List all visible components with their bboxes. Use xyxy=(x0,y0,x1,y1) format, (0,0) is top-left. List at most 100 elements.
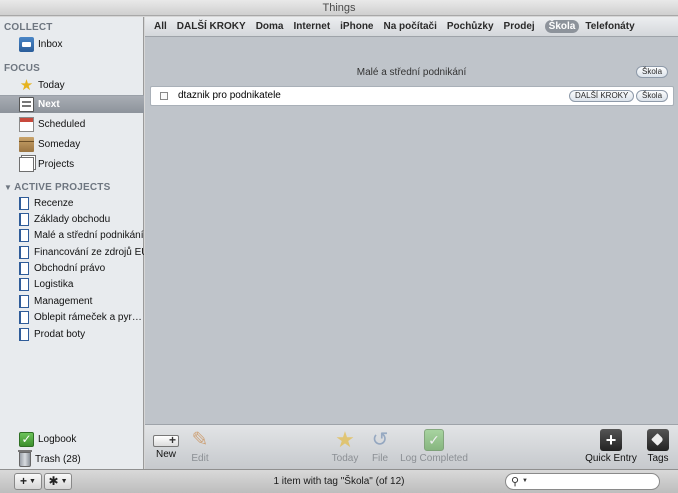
task-title: dtaznik pro podnikatele xyxy=(178,90,281,101)
search-field[interactable]: ⚲ ▼ xyxy=(505,473,660,490)
project-icon xyxy=(19,245,29,259)
sidebar-item-project[interactable]: Logistika xyxy=(0,276,144,292)
sidebar-item-project[interactable]: Financování ze zdrojů EU xyxy=(0,244,144,260)
tag-filter-internet[interactable]: Internet xyxy=(293,21,330,32)
sidebar-item-label: Next xyxy=(38,99,60,110)
edit-button-label: Edit xyxy=(191,453,209,464)
sidebar-item-scheduled[interactable]: Scheduled xyxy=(0,115,144,133)
calendar-icon xyxy=(19,116,34,132)
pencil-icon: ✎ xyxy=(191,429,209,451)
log-completed-icon: ✓ xyxy=(424,429,444,451)
group-tag-pill[interactable]: Škola xyxy=(636,66,669,78)
file-button-label: File xyxy=(371,453,389,464)
tag-filter-all[interactable]: All xyxy=(154,21,167,32)
tag-icon xyxy=(647,429,669,451)
sidebar-item-label: Prodat boty xyxy=(34,328,86,340)
quick-entry-button[interactable]: + Quick Entry xyxy=(583,429,639,464)
next-list-icon xyxy=(19,97,34,112)
star-icon: ★ xyxy=(19,76,34,94)
sidebar-item-label: Scheduled xyxy=(38,118,86,130)
chevron-down-icon[interactable]: ▼ xyxy=(522,478,528,484)
trash-icon xyxy=(18,450,32,467)
project-icon xyxy=(19,310,29,324)
sidebar-item-label: Trash (28) xyxy=(35,453,81,465)
sidebar-item-project[interactable]: Recenze xyxy=(0,195,144,211)
sidebar-item-project[interactable]: Prodat boty xyxy=(0,326,144,342)
sidebar-item-label: Inbox xyxy=(38,38,63,50)
tag-filter-telefonaty[interactable]: Telefonáty xyxy=(585,21,634,32)
section-header-collect: COLLECT xyxy=(4,22,53,33)
task-tag-pill[interactable]: DALŠÍ KROKY xyxy=(569,90,635,102)
inbox-icon xyxy=(19,36,34,52)
bottom-toolbar: New ✎ Edit ★ Today ↺ File ✓ Log Complete… xyxy=(145,424,678,469)
tag-filter-skola[interactable]: Škola xyxy=(544,20,580,33)
new-item-icon xyxy=(153,433,179,447)
project-icon xyxy=(19,212,29,226)
new-button[interactable]: New xyxy=(151,429,181,460)
projects-icon xyxy=(19,156,34,172)
sidebar: COLLECT Inbox FOCUS ★ Today Next Schedul… xyxy=(0,17,144,469)
tag-filter-na-pocitaci[interactable]: Na počítači xyxy=(384,21,437,32)
edit-button[interactable]: ✎ Edit xyxy=(187,429,213,464)
sidebar-item-label: Logistika xyxy=(34,278,74,290)
sidebar-item-label: Základy obchodu xyxy=(34,213,111,225)
window-title: Things xyxy=(0,0,678,16)
file-button[interactable]: ↺ File xyxy=(367,429,393,464)
section-header-active-projects[interactable]: ▼ ACTIVE PROJECTS xyxy=(4,182,110,193)
sidebar-item-label: Management xyxy=(34,295,93,307)
tag-filter-dalsi-kroky[interactable]: DALŠÍ KROKY xyxy=(177,21,246,32)
sidebar-item-logbook[interactable]: ✓ Logbook xyxy=(0,430,144,448)
sidebar-item-label: Someday xyxy=(38,138,81,150)
project-icon xyxy=(19,228,29,242)
sidebar-item-inbox[interactable]: Inbox xyxy=(0,35,144,53)
task-row[interactable]: dtaznik pro podnikatele DALŠÍ KROKY Škol… xyxy=(150,86,674,106)
sidebar-item-today[interactable]: ★ Today xyxy=(0,76,144,94)
tag-filter-pochuzky[interactable]: Pochůzky xyxy=(447,21,494,32)
new-button-label: New xyxy=(155,449,176,460)
tag-filter-prodej[interactable]: Prodej xyxy=(504,21,535,32)
sidebar-item-label: Logbook xyxy=(38,433,77,445)
section-header-label: ACTIVE PROJECTS xyxy=(14,182,111,193)
today-button-label: Today xyxy=(331,453,359,464)
search-icon[interactable]: ⚲ xyxy=(511,475,519,488)
file-arrow-icon: ↺ xyxy=(371,429,389,451)
status-bar: + ▼ ✱ ▼ 1 item with tag "Škola" (of 12) ⚲ … xyxy=(0,469,678,493)
quick-entry-label: Quick Entry xyxy=(585,453,637,464)
sidebar-item-project[interactable]: Management xyxy=(0,293,144,309)
sidebar-item-label: Oblepit rámeček a pyr… xyxy=(34,311,142,323)
sidebar-item-trash[interactable]: Trash (28) xyxy=(0,450,144,468)
logbook-icon: ✓ xyxy=(19,431,34,447)
tag-filter-iphone[interactable]: iPhone xyxy=(340,21,373,32)
disclosure-triangle-icon[interactable]: ▼ xyxy=(4,183,12,192)
project-icon xyxy=(19,261,29,275)
tag-filter-doma[interactable]: Doma xyxy=(256,21,284,32)
task-checkbox[interactable] xyxy=(160,92,168,100)
project-icon xyxy=(19,294,29,308)
sidebar-item-project[interactable]: Obchodní právo xyxy=(0,260,144,276)
sidebar-item-label: Obchodní právo xyxy=(34,262,106,274)
star-icon: ★ xyxy=(335,427,355,452)
sidebar-item-label: Today xyxy=(38,79,65,91)
tags-button-label: Tags xyxy=(647,453,669,464)
tags-button[interactable]: Tags xyxy=(645,429,671,464)
project-icon xyxy=(19,196,29,210)
sidebar-item-project[interactable]: Oblepit rámeček a pyr… xyxy=(0,309,144,325)
sidebar-item-label: Malé a střední podnikání xyxy=(34,229,144,241)
log-completed-button[interactable]: ✓ Log Completed xyxy=(399,429,469,464)
main-content: All DALŠÍ KROKY Doma Internet iPhone Na … xyxy=(145,17,678,424)
project-icon xyxy=(19,327,29,341)
tag-filter-bar: All DALŠÍ KROKY Doma Internet iPhone Na … xyxy=(145,17,678,37)
quick-entry-icon: + xyxy=(600,429,622,451)
sidebar-item-next[interactable]: Next xyxy=(0,95,144,113)
sidebar-item-label: Financování ze zdrojů EU xyxy=(34,246,144,258)
sidebar-item-someday[interactable]: Someday xyxy=(0,135,144,153)
task-tag-pill[interactable]: Škola xyxy=(636,90,669,102)
log-completed-label: Log Completed xyxy=(400,453,468,464)
sidebar-item-project[interactable]: Malé a střední podnikání xyxy=(0,227,144,243)
sidebar-item-projects[interactable]: Projects xyxy=(0,155,144,173)
sidebar-item-label: Recenze xyxy=(34,197,74,209)
today-button[interactable]: ★ Today xyxy=(330,427,360,465)
box-icon xyxy=(19,136,34,152)
search-input[interactable] xyxy=(530,475,654,488)
sidebar-item-project[interactable]: Základy obchodu xyxy=(0,211,144,227)
